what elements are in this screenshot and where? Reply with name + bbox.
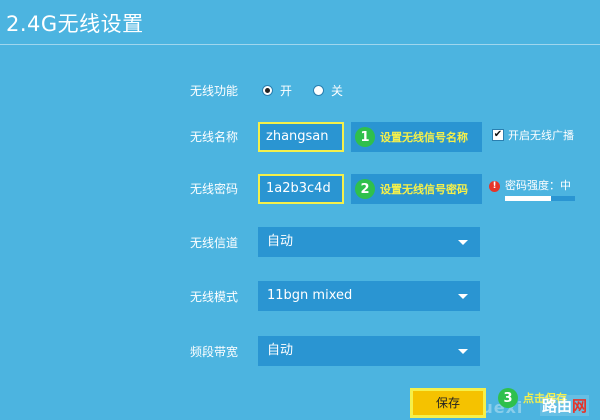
channel-label: 无线信道 <box>190 236 239 250</box>
chevron-down-icon <box>458 349 468 354</box>
channel-value: 自动 <box>267 234 294 249</box>
title-divider <box>0 44 600 45</box>
ssid-input[interactable]: zhangsan <box>258 122 344 152</box>
mode-select[interactable]: 11bgn mixed <box>258 281 480 311</box>
password-label: 无线密码 <box>190 182 239 196</box>
wireless-off-label: 关 <box>331 84 344 98</box>
ssid-step-callout: 1 设置无线信号名称 <box>351 122 482 152</box>
step-1-badge: 1 <box>355 127 375 147</box>
password-strength-text: 密码强度：中 <box>505 179 571 192</box>
password-input[interactable]: 1a2b3c4d <box>258 174 344 204</box>
watermark-logo-a: 路由 <box>542 397 573 415</box>
broadcast-checkbox[interactable]: ✔ <box>492 129 504 141</box>
wireless-on-label: 开 <box>280 84 293 98</box>
wireless-on-radio[interactable] <box>262 85 273 96</box>
watermark-logo: 路由网 <box>540 395 590 416</box>
ssid-label: 无线名称 <box>190 130 239 144</box>
wireless-off-radio[interactable] <box>313 85 324 96</box>
watermark-logo-b: 网 <box>572 397 588 415</box>
chevron-down-icon <box>458 294 468 299</box>
step-2-badge: 2 <box>355 179 375 199</box>
password-strength-fill <box>505 196 551 201</box>
password-hint: 设置无线信号密码 <box>380 183 468 196</box>
step-3-badge: 3 <box>498 388 518 408</box>
page-title: 2.4G无线设置 <box>6 12 144 36</box>
chevron-down-icon <box>458 240 468 245</box>
bandwidth-label: 频段带宽 <box>190 345 239 359</box>
wireless-function-label: 无线功能 <box>190 84 239 98</box>
mode-label: 无线模式 <box>190 290 239 304</box>
channel-select[interactable]: 自动 <box>258 227 480 257</box>
mode-value: 11bgn mixed <box>267 288 353 303</box>
ssid-hint: 设置无线信号名称 <box>380 131 468 144</box>
bandwidth-value: 自动 <box>267 343 294 358</box>
password-step-callout: 2 设置无线信号密码 <box>351 174 482 204</box>
bandwidth-select[interactable]: 自动 <box>258 336 480 366</box>
warning-icon: ! <box>489 181 500 192</box>
save-button[interactable]: 保存 <box>410 388 486 418</box>
broadcast-label: 开启无线广播 <box>508 129 574 142</box>
password-strength-bar <box>505 196 575 201</box>
